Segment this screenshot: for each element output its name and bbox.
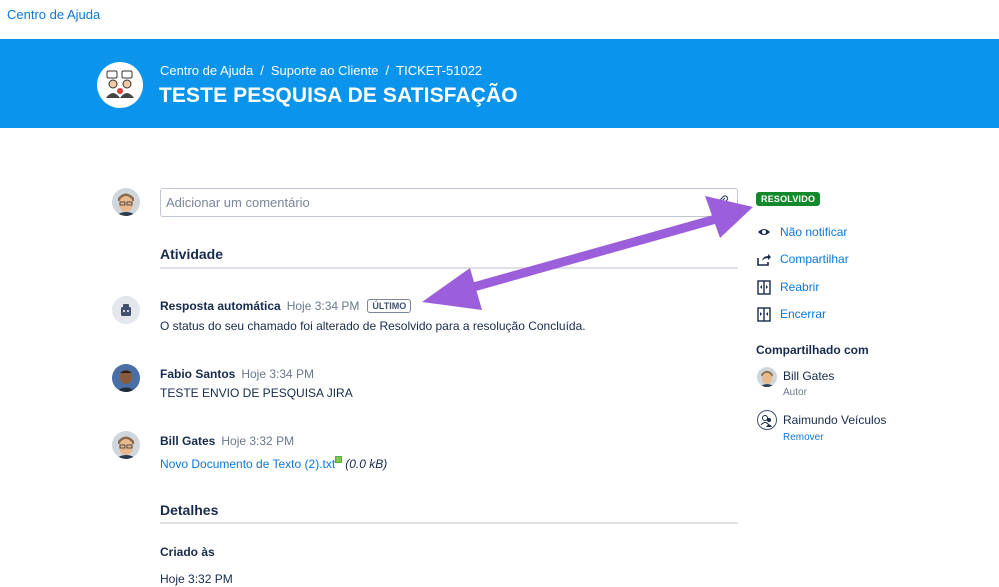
share-icon [756, 251, 772, 267]
share-action[interactable]: Compartilhar [756, 250, 849, 268]
shared-user-role: Autor [783, 387, 807, 398]
activity-body: TESTE ENVIO DE PESQUISA JIRA [160, 386, 353, 400]
activity-author: Bill Gates [160, 434, 216, 448]
shared-with-heading: Compartilhado com [756, 343, 869, 357]
activity-attachment: Novo Documento de Texto (2).txt (0.0 kB) [160, 456, 387, 471]
share-label[interactable]: Compartilhar [780, 252, 849, 266]
breadcrumb: Centro de Ajuda / Suporte ao Cliente / TICKE… [160, 63, 482, 78]
reopen-icon [756, 279, 772, 295]
activity-time: Hoje 3:34 PM [286, 299, 360, 313]
shared-organization-avatar [757, 410, 777, 430]
attachment-size: (0.0 kB) [345, 457, 388, 471]
breadcrumb-help-center[interactable]: Centro de Ajuda [160, 63, 253, 78]
robot-icon [112, 296, 140, 324]
activity-time: Hoje 3:34 PM [241, 367, 315, 381]
reopen-action[interactable]: Reabrir [756, 278, 819, 296]
file-icon [335, 456, 343, 463]
top-bar: Centro de Ajuda [0, 0, 999, 38]
activity-heading: Atividade [160, 246, 224, 262]
activity-time: Hoje 3:32 PM [221, 434, 295, 448]
service-desk-logo [97, 62, 143, 108]
activity-item-header: Bill Gates Hoje 3:32 PM [160, 434, 294, 448]
activity-author: Resposta automática [160, 299, 281, 313]
automatic-response-avatar [112, 296, 140, 324]
attachment-link[interactable]: Novo Documento de Texto (2).txt [160, 457, 335, 471]
eye-icon [756, 224, 772, 240]
status-badge: RESOLVIDO [756, 192, 821, 206]
remove-share-link[interactable]: Remover [783, 432, 824, 443]
current-user-avatar [112, 188, 140, 216]
comment-field[interactable] [160, 188, 738, 217]
shared-user-name: Bill Gates [783, 369, 835, 383]
help-center-link[interactable]: Centro de Ajuda [7, 7, 100, 22]
close-request-icon [756, 306, 772, 322]
reopen-label[interactable]: Reabrir [780, 280, 819, 294]
latest-badge: ÚLTIMO [367, 299, 412, 313]
close-request-label[interactable]: Encerrar [780, 307, 826, 321]
activity-divider [160, 267, 738, 269]
fabio-santos-avatar [112, 364, 140, 392]
shared-organization-name: Raimundo Veículos [783, 413, 887, 427]
close-request-action[interactable]: Encerrar [756, 305, 826, 323]
organization-icon [760, 415, 772, 427]
breadcrumb-ticket[interactable]: TICKET-51022 [396, 63, 482, 78]
details-heading: Detalhes [160, 502, 219, 518]
page-title: TESTE PESQUISA DE SATISFAÇÃO [159, 84, 518, 107]
breadcrumb-separator: / [385, 63, 390, 78]
shared-bill-gates-avatar [757, 367, 777, 387]
comment-input[interactable] [161, 189, 737, 216]
dont-notify-label[interactable]: Não notificar [780, 225, 847, 239]
breadcrumb-customer-support[interactable]: Suporte ao Cliente [271, 63, 379, 78]
attachment-icon[interactable] [717, 195, 729, 207]
created-label: Criado às [160, 545, 215, 559]
activity-body: O status do seu chamado foi alterado de … [160, 319, 586, 333]
created-value: Hoje 3:32 PM [160, 572, 233, 586]
details-divider [160, 522, 738, 524]
dont-notify-action[interactable]: Não notificar [756, 223, 847, 241]
activity-item-header: Fabio Santos Hoje 3:34 PM [160, 367, 314, 381]
support-team-icon [106, 70, 134, 98]
activity-item-header: Resposta automática Hoje 3:34 PM ÚLTIMO [160, 299, 412, 313]
bill-gates-avatar [112, 431, 140, 459]
breadcrumb-separator: / [260, 63, 264, 78]
activity-author: Fabio Santos [160, 367, 236, 381]
